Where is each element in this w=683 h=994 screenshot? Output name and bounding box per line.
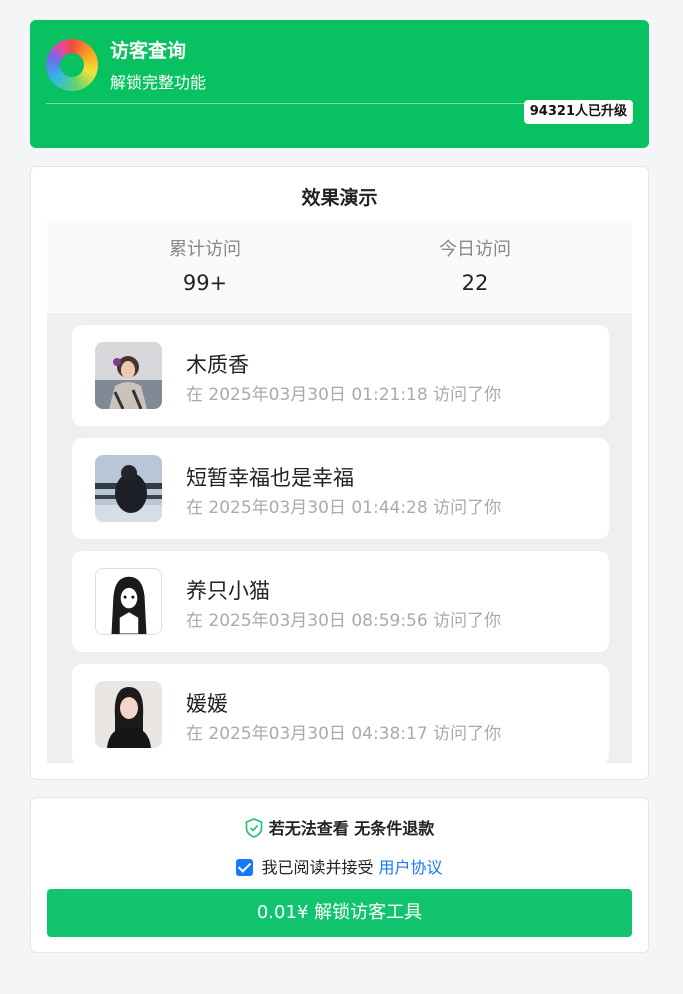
agree-prefix: 我已阅读并接受 <box>261 858 374 877</box>
visitor-name: 木质香 <box>186 353 249 377</box>
total-visits-label: 累计访问 <box>169 239 241 260</box>
visitor-name: 短暂幸福也是幸福 <box>186 466 354 490</box>
total-visits-value: 99+ <box>182 271 228 295</box>
demo-title: 效果演示 <box>301 187 378 209</box>
agreement-row: 我已阅读并接受 用户协议 <box>31 854 648 878</box>
refund-guarantee: 若无法查看 无条件退款 <box>31 815 648 839</box>
header-subtitle: 解锁完整功能 <box>110 73 207 92</box>
purchase-card: 若无法查看 无条件退款 我已阅读并接受 用户协议 0.01¥ 解锁访客工具 <box>30 797 649 953</box>
camera-aperture-logo <box>46 39 98 91</box>
visitor-list-item[interactable]: 养只小猫 在 2025年03月30日 08:59:56 访问了你 <box>72 551 609 652</box>
today-visits-value: 22 <box>461 271 489 295</box>
visit-time: 在 2025年03月30日 01:44:28 访问了你 <box>186 498 502 518</box>
visit-time: 在 2025年03月30日 08:59:56 访问了你 <box>186 611 502 631</box>
agree-checkbox[interactable] <box>236 859 254 876</box>
visit-time: 在 2025年03月30日 04:38:17 访问了你 <box>186 724 502 744</box>
visit-stats: 累计访问 99+ 今日访问 22 <box>47 221 632 313</box>
avatar <box>95 681 162 748</box>
user-agreement-link[interactable]: 用户协议 <box>379 858 443 877</box>
visitor-name: 养只小猫 <box>186 579 270 603</box>
visitor-list-item[interactable]: 短暂幸福也是幸福 在 2025年03月30日 01:44:28 访问了你 <box>72 438 609 539</box>
visitor-list-item[interactable]: 木质香 在 2025年03月30日 01:21:18 访问了你 <box>72 325 609 426</box>
total-visits-stat: 累计访问 99+ <box>105 235 305 295</box>
avatar <box>95 342 162 409</box>
refund-text: 若无法查看 无条件退款 <box>268 819 435 838</box>
visit-time: 在 2025年03月30日 01:21:18 访问了你 <box>186 385 502 405</box>
today-visits-label: 今日访问 <box>439 239 511 260</box>
shield-check-icon <box>245 818 263 838</box>
visitor-list[interactable]: 木质香 在 2025年03月30日 01:21:18 访问了你 短暂幸福也是幸福… <box>47 313 632 763</box>
visitor-list-item[interactable]: 媛媛 在 2025年03月30日 04:38:17 访问了你 <box>72 664 609 763</box>
demo-card: 效果演示 累计访问 99+ 今日访问 22 木质香 在 2025年03月30日 … <box>30 166 649 780</box>
today-visits-stat: 今日访问 22 <box>375 235 575 295</box>
header-card: 访客查询 解锁完整功能 94321人已升级 <box>30 20 649 148</box>
upgrade-count-badge: 94321人已升级 <box>523 100 633 124</box>
unlock-button[interactable]: 0.01¥ 解锁访客工具 <box>47 889 632 937</box>
visitor-name: 媛媛 <box>186 692 228 716</box>
header-title: 访客查询 <box>110 40 187 62</box>
avatar <box>95 568 162 635</box>
avatar <box>95 455 162 522</box>
